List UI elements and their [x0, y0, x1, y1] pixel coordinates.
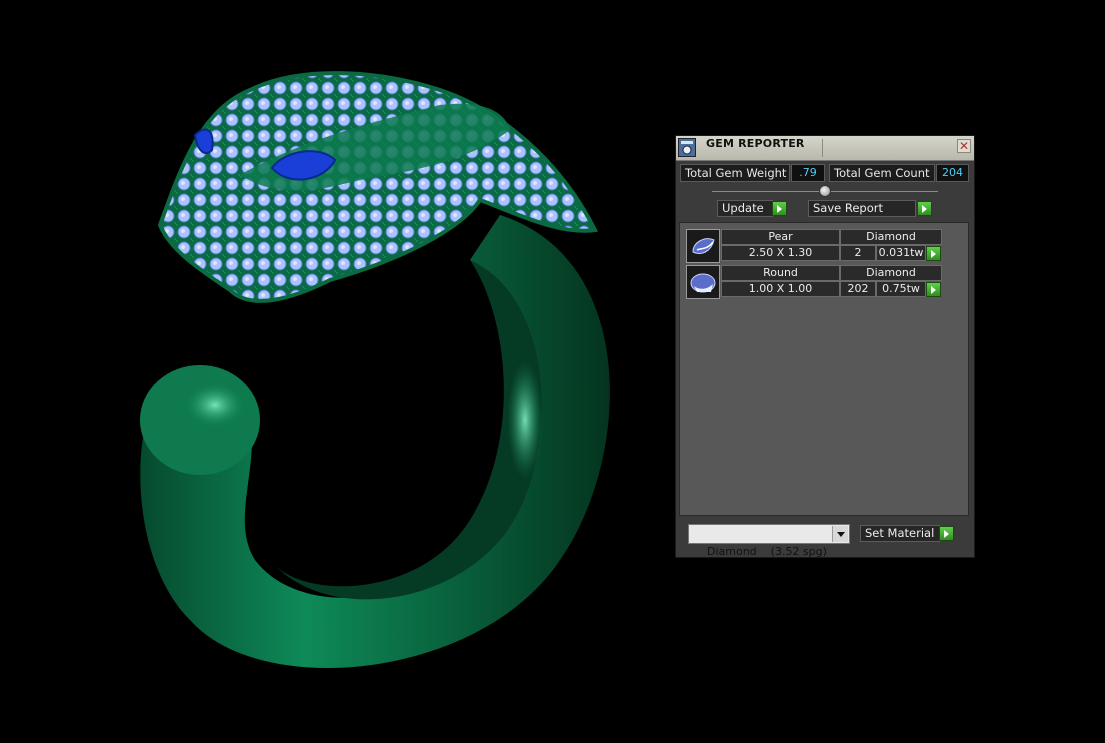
update-button[interactable]: Update — [717, 200, 773, 217]
gem-shape-cell: Pear — [721, 229, 840, 245]
gem-row-go-icon[interactable] — [926, 282, 941, 297]
ring-highlight — [185, 383, 245, 427]
gem-weight-cell: 0.75tw — [876, 281, 926, 297]
total-gem-count-label: Total Gem Count — [829, 164, 935, 182]
update-button-label: Update — [722, 201, 764, 215]
gem-row-go-icon[interactable] — [926, 246, 941, 261]
gem-shape-cell: Round — [721, 265, 840, 281]
save-report-button[interactable]: Save Report — [808, 200, 916, 217]
close-icon: ✕ — [958, 139, 970, 153]
total-gem-weight-label: Total Gem Weight — [680, 164, 790, 182]
total-gem-weight-value: .79 — [791, 164, 825, 182]
save-report-button-label: Save Report — [813, 201, 884, 215]
panel-title: GEM REPORTER — [706, 137, 805, 150]
panel-titlebar[interactable]: GEM REPORTER ✕ — [676, 136, 974, 161]
gem-material-cell: Diamond — [840, 229, 942, 245]
gem-row-pear[interactable]: Pear Diamond 2.50 X 1.30 2 0.031tw — [686, 229, 946, 263]
gem-size-cell: 1.00 X 1.00 — [721, 281, 840, 297]
gem-reporter-icon — [678, 138, 696, 157]
close-button[interactable]: ✕ — [957, 139, 971, 153]
update-go-icon[interactable] — [772, 201, 787, 216]
gem-count-cell: 202 — [840, 281, 876, 297]
chevron-down-icon[interactable] — [832, 526, 848, 542]
gem-row-round[interactable]: Round Diamond 1.00 X 1.00 202 0.75tw — [686, 265, 946, 299]
title-divider — [822, 139, 823, 157]
panel-slider-handle[interactable] — [819, 185, 831, 197]
gem-reporter-panel: GEM REPORTER ✕ Total Gem Weight .79 Tota… — [675, 135, 975, 558]
set-material-go-icon[interactable] — [939, 526, 954, 541]
gem-weight-cell: 0.031tw — [876, 245, 926, 261]
save-report-go-icon[interactable] — [917, 201, 932, 216]
pear-gem-icon — [686, 229, 720, 263]
gem-count-cell: 2 — [840, 245, 876, 261]
total-gem-count-value: 204 — [936, 164, 969, 182]
set-material-button-label: Set Material — [865, 526, 935, 540]
ring-highlight-right — [507, 360, 543, 480]
set-material-button[interactable]: Set Material — [860, 525, 940, 542]
material-select[interactable]: Diamond (3.52 spg) — [688, 524, 850, 558]
gem-material-cell: Diamond — [840, 265, 942, 281]
gem-size-cell: 2.50 X 1.30 — [721, 245, 840, 261]
material-select-value: Diamond (3.52 spg) — [707, 545, 827, 558]
gem-list: Pear Diamond 2.50 X 1.30 2 0.031tw Round… — [679, 222, 969, 516]
round-gem-icon — [686, 265, 720, 299]
